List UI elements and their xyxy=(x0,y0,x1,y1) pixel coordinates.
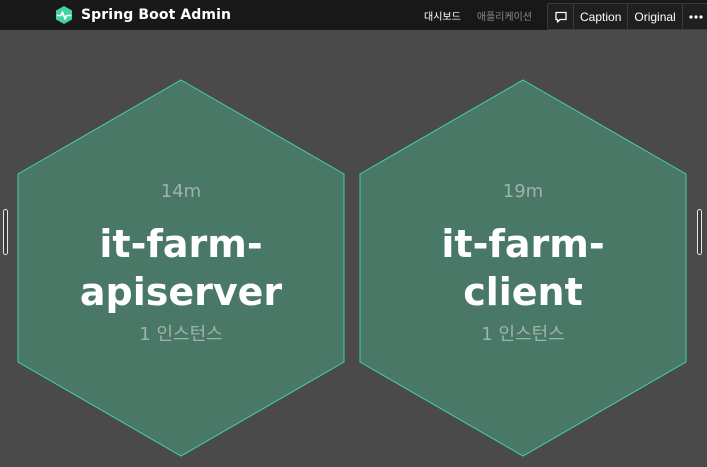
more-icon xyxy=(689,14,703,19)
comment-icon xyxy=(554,11,567,23)
nav-item-dashboard[interactable]: 대시보드 xyxy=(424,8,461,23)
top-navbar: Spring Boot Admin 대시보드 애플리케이션 Caption Or… xyxy=(0,0,707,30)
brand-title: Spring Boot Admin xyxy=(81,7,232,23)
original-button[interactable]: Original xyxy=(628,4,683,29)
comment-button[interactable] xyxy=(548,4,574,29)
app-name-line2: apiserver xyxy=(79,270,283,314)
heartbeat-icon xyxy=(56,6,72,24)
applications-dashboard: 14m it-farm- apiserver 1 인스턴스 19m it-far… xyxy=(0,30,707,467)
main-nav: 대시보드 애플리케이션 xyxy=(424,0,548,30)
brand[interactable]: Spring Boot Admin xyxy=(54,5,231,25)
app-instance-count: 1 인스턴스 xyxy=(481,324,565,345)
right-resize-handle[interactable] xyxy=(697,209,702,255)
caption-toolbar: Caption Original xyxy=(547,3,707,30)
app-instance-count: 1 인스턴스 xyxy=(139,324,223,345)
left-resize-handle[interactable] xyxy=(3,209,8,255)
caption-button[interactable]: Caption xyxy=(574,4,629,29)
nav-item-applications[interactable]: 애플리케이션 xyxy=(477,8,532,23)
app-name-line2: client xyxy=(463,270,583,314)
app-name-line1: it-farm- xyxy=(441,222,605,266)
application-hex-client[interactable] xyxy=(359,79,687,457)
app-name-line1: it-farm- xyxy=(99,222,263,266)
app-uptime: 19m xyxy=(502,181,544,202)
app-uptime: 14m xyxy=(160,181,202,202)
application-hex-apiserver[interactable] xyxy=(17,79,345,457)
more-button[interactable] xyxy=(683,4,707,29)
